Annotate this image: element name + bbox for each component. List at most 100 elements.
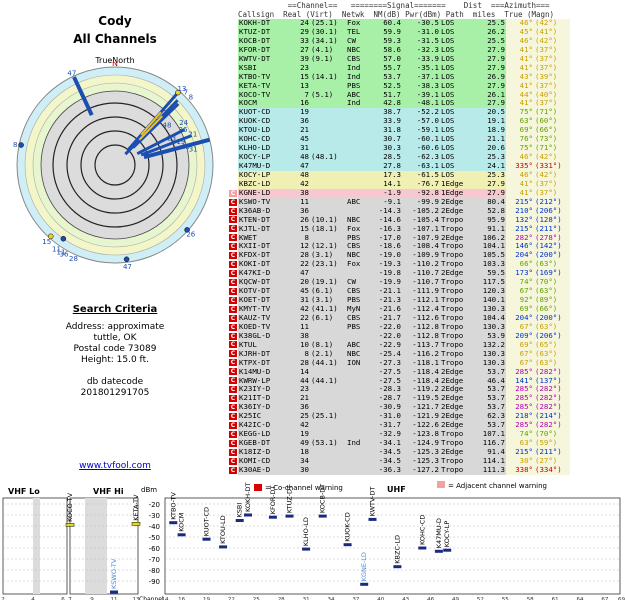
cell-real-channel: 21 — [300, 394, 309, 403]
table-row[interactable]: K30AE-D 30 -36.3 -127.2 Tropo 111.3 338° (334°) — [238, 465, 570, 475]
cell-azimuth-magn: (211°) — [534, 448, 570, 457]
cell-noise-margin: -21.1 — [378, 287, 401, 296]
cell-real-channel: 8 — [304, 349, 309, 358]
table-row[interactable]: KTOU-LD 21 31.8 -59.1 LOS 18.9 69° (66°) — [238, 126, 570, 136]
table-row[interactable]: KBZC-LD 42 14.1 -76.7 1Edge 27.9 41° (37°) — [238, 179, 570, 189]
table-row[interactable]: K36AB-D 36 -14.3 -105.2 2Edge 52.8 210° (206°) — [238, 206, 570, 216]
table-row[interactable]: KWET 8 PBS -17.0 -107.9 2Edge 106.2 282° (278°) — [238, 233, 570, 243]
cell-virtual-channel — [310, 368, 346, 377]
table-row[interactable]: KJTL-DT 15 (18.1) Fox -16.3 -107.1 Tropo 91.1 21… — [238, 224, 570, 234]
table-row[interactable]: KGEB-DT 49 (53.1) Ind -34.1 -124.9 Tropo 116.7 6… — [238, 439, 570, 448]
table-row[interactable]: KUOK-CD 36 33.9 -57.0 LOS 19.1 63° (60°) — [238, 117, 570, 127]
table-row[interactable]: KOET-DT 31 (3.1) PBS -21.3 -112.1 Tropo 140.1 92… — [238, 296, 570, 305]
table-row[interactable]: KOHC-CD 45 30.7 -60.1 LOS 21.1 76° (73°) — [238, 135, 570, 145]
table-row[interactable]: KEGG-LD 19 -32.9 -123.8 Tropo 107.1 74° (70°) — [238, 430, 570, 440]
table-row[interactable]: KJRH-DT 8 (2.1) NBC -25.4 -116.2 Tropo 130.3 67°… — [238, 349, 570, 359]
cell-callsign: K36AB-D — [239, 206, 271, 215]
search-criteria-title: Search Criteria — [72, 304, 158, 315]
table-row[interactable]: KTEN-DT 26 (10.1) NBC -14.6 -105.4 Tropo 95.9 13… — [238, 215, 570, 225]
cell-power: -121.7 — [412, 403, 439, 412]
table-row[interactable]: K38GL-D 38 -22.0 -112.8 Tropo 53.9 209° (206°) — [238, 331, 570, 341]
cell-virtual-channel: (4.1) — [311, 45, 334, 54]
cell-noise-margin: -1.9 — [383, 188, 401, 197]
cell-real-channel: 38 — [300, 331, 309, 340]
station-rows: KOKH-DT 24 (25.1) Fox 60.4 -30.5 LOS 25.5 46° (42… — [238, 19, 570, 475]
tvfool-link[interactable]: www.tvfool.com — [0, 461, 230, 471]
table-row[interactable]: KOMI-CD 34 -34.5 -125.3 Tropo 114.1 30° (27°) — [238, 456, 570, 466]
cell-noise-margin: 57.0 — [383, 54, 401, 63]
table-row[interactable]: K21IT-D 21 -28.7 -119.5 2Edge 53.7 285° (282°) — [238, 394, 570, 404]
cell-azimuth-magn: (214°) — [534, 412, 570, 422]
cell-callsign: KOHC-CD — [239, 135, 271, 144]
table-row[interactable]: KOCY-LP 48 17.3 -61.5 LOS 25.3 46° (42°) — [238, 170, 570, 180]
cell-network — [346, 162, 370, 171]
table-row[interactable]: KLHO-LD 31 30.3 -60.6 LOS 20.6 75° (71°) — [238, 144, 570, 154]
table-row[interactable]: K47MU-D 47 27.8 -63.1 LOS 24.1 335° (331°) — [238, 162, 570, 171]
table-row[interactable]: KOCM 16 Ind 42.8 -48.1 LOS 27.9 41° (37°) — [238, 99, 570, 109]
table-row[interactable]: KSBI 23 Ind 55.7 -35.1 LOS 27.9 41° (37°) — [238, 63, 570, 73]
table-row[interactable]: KOCY-LP 48 (48.1) 28.5 -62.3 LOS 25.3 46° (42°) — [238, 153, 570, 162]
cell-power: -76.7 — [416, 179, 439, 188]
signal-bar — [219, 545, 228, 549]
co-channel-warning-icon: C — [229, 323, 237, 331]
table-row[interactable]: KWTV-DT 39 (9.1) CBS 57.0 -33.9 LOS 27.9 41° (37°… — [238, 54, 570, 64]
table-row[interactable]: KMYT-TV 42 (41.1) MyN -21.6 -112.4 Tropo 130.3 6… — [238, 305, 570, 314]
signal-bar-label: KOCY-LP — [443, 521, 451, 548]
cell-path: Tropo — [441, 278, 464, 287]
table-row[interactable]: KETA-TV 13 PBS 52.5 -38.3 LOS 27.9 41° (37°) — [238, 81, 570, 91]
co-channel-warning-icon: C — [229, 448, 237, 456]
table-row[interactable]: KFDX-DT 28 (3.1) NBC -19.0 -109.9 Tropo 105.5 20… — [238, 251, 570, 261]
cell-power: -107.9 — [412, 233, 439, 242]
cell-azimuth-true: 41° — [506, 45, 534, 55]
cell-callsign: KOED-TV — [239, 322, 271, 331]
cell-noise-margin: 17.3 — [383, 170, 401, 179]
table-row[interactable]: KGNE-LD 38 -1.9 -92.8 1Edge 27.9 41° (37°) — [238, 188, 570, 198]
y-tick-label: -40 — [149, 523, 160, 531]
cell-callsign: KJRH-DT — [239, 349, 271, 358]
table-row[interactable]: KTUZ-DT 29 (30.1) TEL 59.9 -31.0 LOS 26.2 45° (41… — [238, 27, 570, 37]
cell-path: Tropo — [441, 224, 464, 233]
cell-real-channel: 20 — [300, 278, 309, 287]
table-row[interactable]: KSWO-TV 11 ABC -9.1 -99.9 2Edge 80.4 215° (212°) — [238, 197, 570, 207]
cell-azimuth-magn: (37°) — [534, 81, 570, 91]
table-row[interactable]: K14MU-D 14 -27.5 -118.4 2Edge 53.7 285° (282°) — [238, 367, 570, 377]
signal-bar — [285, 514, 294, 518]
cell-noise-margin: -27.5 — [378, 376, 401, 385]
table-row[interactable]: KOKH-DT 24 (25.1) Fox 60.4 -30.5 LOS 25.5 46° (42… — [238, 19, 570, 28]
table-row[interactable]: KOCO-TV 7 (5.1) ABC 51.7 -39.1 LOS 26.1 44° (40°) — [238, 90, 570, 100]
table-row[interactable]: KUOT-CD 19 38.7 -52.2 LOS 20.5 75° (71°) — [238, 108, 570, 118]
table-row[interactable]: KOKI-DT 22 (23.1) Fox -19.3 -110.2 Tropo 103.3 6… — [238, 260, 570, 270]
table-row[interactable]: K36IY-D 36 -30.9 -121.7 2Edge 53.7 285° (282°) — [238, 403, 570, 413]
table-row[interactable]: KOCB-DT 33 (34.1) CW 59.3 -31.5 LOS 25.5 46° (42°… — [238, 36, 570, 46]
table-row[interactable]: KWRW-LP 44 (44.1) -27.5 -118.4 2Edge 46.4 141°(… — [238, 376, 570, 386]
cell-azimuth-true: 67° — [506, 349, 534, 359]
cell-noise-margin: -30.9 — [378, 403, 401, 412]
cell-distance: 26.1 — [487, 90, 505, 99]
cell-azimuth-magn: (137°) — [534, 376, 570, 386]
table-row[interactable]: KOTV-DT 45 (6.1) CBS -21.1 -111.9 Tropo 120.3 67… — [238, 287, 570, 297]
table-row[interactable]: KTBO-TV 15 (14.1) Ind 53.7 -37.1 LOS 26.9 43° (39… — [238, 72, 570, 82]
cell-callsign: KAUZ-TV — [239, 313, 271, 322]
table-row[interactable]: K23IY-D 23 -28.3 -119.2 2Edge 53.7 285° (282°) — [238, 385, 570, 395]
table-row[interactable]: K18IZ-D 18 -34.5 -125.3 2Edge 91.4 215° (211°) — [238, 448, 570, 457]
table-row[interactable]: K42IC-D 42 -31.7 -122.6 2Edge 53.7 285° (282°) — [238, 421, 570, 431]
table-row[interactable]: KXII-DT 12 (12.1) CBS -18.6 -108.4 Tropo 104.1 1… — [238, 242, 570, 252]
cell-path: LOS — [441, 45, 455, 54]
table-row[interactable]: KTPX-DT 28 (44.1) ION -27.3 -118.1 Tropo 130.3 6… — [238, 358, 570, 368]
table-row[interactable]: K25IC 25 (25.1) -31.0 -121.9 2Edge 62.3 218° (21… — [238, 412, 570, 422]
co-channel-warning-icon: C — [229, 296, 237, 304]
table-row[interactable]: KTUL 10 (8.1) ABC -22.9 -113.7 Tropo 132.2 69° (6… — [238, 340, 570, 350]
cell-power: -112.4 — [412, 305, 439, 313]
table-row[interactable]: KQCW-DT 20 (19.1) CW -19.9 -110.7 Tropo 117.5 74… — [238, 278, 570, 288]
cell-power: -119.2 — [412, 385, 439, 394]
table-row[interactable]: KFOR-DT 27 (4.1) NBC 58.6 -32.3 LOS 27.9 41° (37°… — [238, 45, 570, 55]
polar-plot: N13782423 19362148453147811264715362811 — [13, 62, 214, 271]
cell-distance: 25.5 — [487, 19, 505, 27]
cell-azimuth-true: 141° — [506, 376, 534, 386]
table-row[interactable]: KAUZ-TV 22 (6.1) CBS -21.7 -112.6 Tropo 104.4 20… — [238, 313, 570, 323]
cell-noise-margin: 55.7 — [383, 63, 401, 72]
table-row[interactable]: KOED-TV 11 PBS -22.0 -112.8 Tropo 130.3 67° (63°… — [238, 322, 570, 332]
table-row[interactable]: K47KI-D 47 -19.8 -110.7 2Edge 59.5 173° (169°) — [238, 269, 570, 279]
cell-azimuth-true: 30° — [506, 456, 534, 466]
co-channel-warning-icon: C — [229, 207, 237, 215]
